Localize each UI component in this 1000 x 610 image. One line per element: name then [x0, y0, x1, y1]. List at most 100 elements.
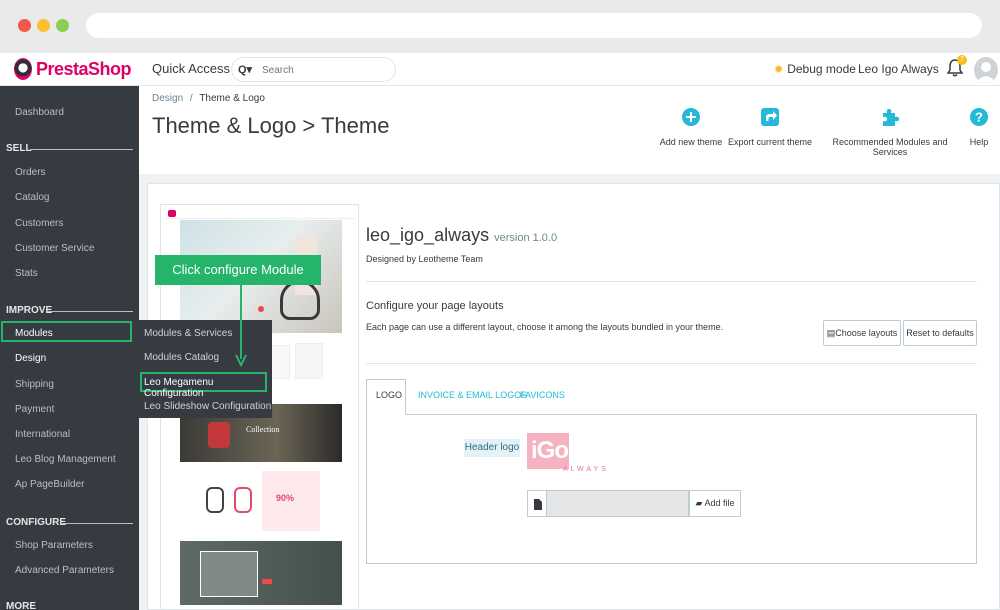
- export-theme-label: Export current theme: [727, 137, 813, 147]
- sidebar-item-shop-parameters[interactable]: Shop Parameters: [15, 540, 93, 551]
- choose-layouts-button[interactable]: ▤Choose layouts: [823, 320, 901, 346]
- tab-logo[interactable]: LOGO: [376, 390, 402, 400]
- export-theme-button[interactable]: Export current theme: [727, 106, 813, 147]
- sidebar-item-advanced-parameters[interactable]: Advanced Parameters: [15, 565, 114, 576]
- preview-collection-text: Collection: [246, 425, 280, 434]
- add-new-theme-button[interactable]: Add new theme: [657, 106, 725, 147]
- logo-main-text: iGo.: [531, 437, 575, 464]
- preview-dot: [258, 306, 264, 312]
- sidebar-section-configure: CONFIGURE: [6, 517, 66, 528]
- breadcrumb: Design / Theme & Logo: [152, 93, 265, 104]
- svg-text:?: ?: [975, 110, 983, 125]
- shop-name-link[interactable]: Leo Igo Always: [858, 62, 939, 76]
- preview-sale-banner: 90%: [262, 471, 320, 531]
- sidebar-item-payment[interactable]: Payment: [15, 404, 54, 415]
- file-icon: [534, 499, 542, 510]
- document-icon: ▤: [826, 328, 836, 338]
- bug-icon: ✹: [774, 64, 784, 76]
- page-header: Design / Theme & Logo Theme & Logo > The…: [139, 86, 1000, 174]
- plus-circle-icon: [682, 108, 700, 126]
- avatar[interactable]: [974, 57, 998, 83]
- add-file-label: Add file: [704, 498, 735, 508]
- preview-product-thumb: [270, 345, 290, 379]
- preview-nav-bar: [165, 209, 355, 219]
- breadcrumb-separator: /: [189, 93, 193, 104]
- breadcrumb-parent[interactable]: Design: [152, 93, 183, 104]
- arrow-down-icon: [235, 285, 247, 367]
- folder-open-icon: ▰: [695, 498, 703, 508]
- sidebar-item-stats[interactable]: Stats: [15, 268, 38, 279]
- search-input[interactable]: [262, 62, 387, 78]
- preview-sale-text: 90%: [276, 493, 295, 503]
- help-label: Help: [969, 137, 989, 147]
- flyout-item-leo-megamenu[interactable]: Leo Megamenu Configuration: [144, 377, 272, 399]
- preview-logo-icon: [168, 210, 176, 217]
- preview-image-frame: [200, 551, 258, 597]
- add-new-theme-label: Add new theme: [659, 137, 723, 147]
- sidebar-item-customer-service[interactable]: Customer Service: [15, 243, 94, 254]
- notification-badge: 7: [957, 55, 967, 65]
- recommended-modules-label: Recommended Modules and Services: [832, 137, 948, 157]
- sidebar-item-shipping[interactable]: Shipping: [15, 379, 54, 390]
- export-icon: [761, 108, 779, 126]
- browser-chrome: [0, 0, 1000, 53]
- igo-logo-image: iGo. ALWAYS: [527, 433, 609, 477]
- preview-red-stroller: [208, 422, 230, 448]
- window-maximize-dot[interactable]: [56, 19, 69, 32]
- preview-stroller-icon: [234, 487, 252, 513]
- file-name-field[interactable]: [547, 490, 689, 517]
- page-title: Theme & Logo > Theme: [152, 113, 390, 138]
- logo-sub-text: ALWAYS: [563, 466, 609, 473]
- sidebar-item-orders[interactable]: Orders: [15, 167, 46, 178]
- choose-layouts-label: Choose layouts: [835, 328, 898, 338]
- sidebar-item-ap-pagebuilder[interactable]: Ap PageBuilder: [15, 479, 85, 490]
- flyout-item-leo-slideshow[interactable]: Leo Slideshow Configuration: [144, 401, 271, 412]
- debug-mode-indicator[interactable]: ✹ Debug mode: [774, 62, 856, 76]
- file-icon-box: [527, 490, 547, 517]
- header-logo-file-upload: ▰ Add file: [527, 490, 741, 517]
- add-file-button[interactable]: ▰ Add file: [689, 490, 741, 517]
- recommended-modules-button[interactable]: Recommended Modules and Services: [817, 106, 963, 157]
- sidebar-section-more: MORE: [6, 601, 36, 610]
- window-minimize-dot[interactable]: [37, 19, 50, 32]
- sidebar-divider: [30, 149, 133, 150]
- prestashop-logo[interactable]: PrestaShop: [14, 58, 132, 80]
- theme-version: version 1.0.0: [494, 232, 558, 244]
- preview-stroller-icon: [280, 280, 320, 320]
- user-silhouette-icon: [976, 62, 996, 83]
- logo-tab-panel: [366, 414, 977, 564]
- quick-access-menu[interactable]: Quick Access ▼: [152, 61, 243, 76]
- sidebar-item-international[interactable]: International: [15, 429, 70, 440]
- sidebar-item-dashboard[interactable]: Dashboard: [15, 107, 64, 118]
- sidebar-item-customers[interactable]: Customers: [15, 218, 63, 229]
- preview-stroller-icon: [206, 487, 224, 513]
- sidebar-item-catalog[interactable]: Catalog: [15, 192, 49, 203]
- header-logo-label: Header logo: [464, 439, 520, 457]
- help-icon: ?: [970, 108, 988, 126]
- address-bar[interactable]: [86, 13, 982, 38]
- layouts-description: Each page can use a different layout, ch…: [366, 322, 724, 332]
- search-box[interactable]: Q▾: [231, 57, 396, 82]
- theme-name-heading: leo_igo_always version 1.0.0: [366, 225, 557, 246]
- theme-name: leo_igo_always: [366, 225, 490, 245]
- flyout-item-modules-services[interactable]: Modules & Services: [144, 328, 232, 339]
- sidebar-item-design[interactable]: Design: [15, 353, 46, 364]
- reset-defaults-button[interactable]: Reset to defaults: [903, 320, 977, 346]
- tab-invoice-email-logos[interactable]: INVOICE & EMAIL LOGOS: [418, 390, 527, 400]
- window-close-dot[interactable]: [18, 19, 31, 32]
- puffin-logo-icon: [14, 58, 32, 80]
- help-button[interactable]: ? Help: [967, 106, 991, 147]
- sidebar-divider: [62, 523, 133, 524]
- top-header: PrestaShop Quick Access ▼ Q▾ ✹Debug mode…: [0, 53, 1000, 86]
- section-divider: [366, 281, 977, 282]
- preview-product-thumb: [295, 343, 323, 379]
- section-divider: [366, 363, 977, 364]
- flyout-item-modules-catalog[interactable]: Modules Catalog: [144, 352, 219, 363]
- search-icon[interactable]: Q▾: [238, 63, 252, 76]
- sidebar-item-modules[interactable]: Modules: [15, 328, 53, 339]
- reset-defaults-label: Reset to defaults: [906, 328, 974, 338]
- sidebar-item-leo-blog[interactable]: Leo Blog Management: [15, 454, 116, 465]
- sidebar-divider: [48, 311, 133, 312]
- quick-access-label: Quick Access: [152, 61, 231, 76]
- tab-favicons[interactable]: FAVICONS: [520, 390, 565, 400]
